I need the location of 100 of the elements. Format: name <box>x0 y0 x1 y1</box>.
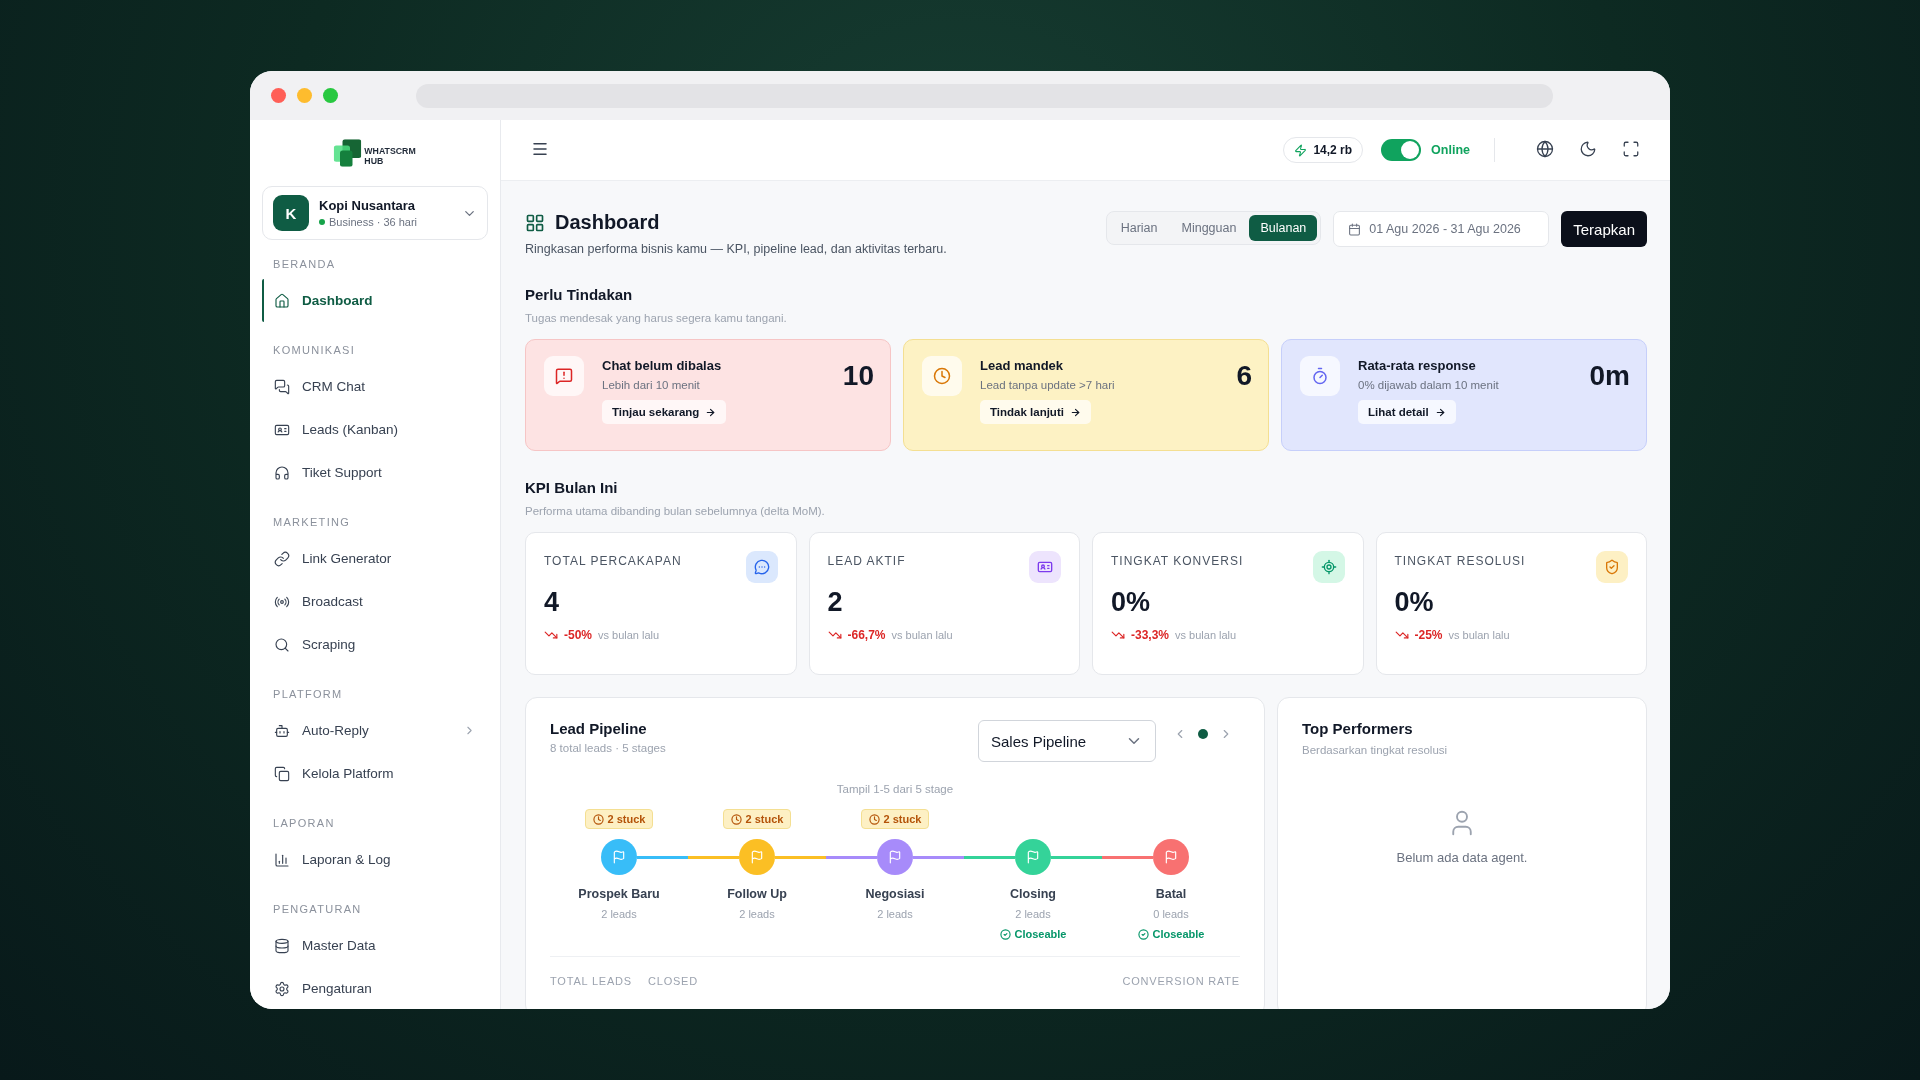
kpi-delta: -50% <box>564 628 592 642</box>
nav-item[interactable]: Auto-Reply <box>262 709 488 752</box>
nav-item[interactable]: Broadcast <box>262 580 488 623</box>
logo-text: WHATSCRM HUB <box>364 147 416 167</box>
nav-item[interactable]: Tiket Support <box>262 451 488 494</box>
target-icon <box>1312 551 1345 583</box>
kpi-label: TINGKAT RESOLUSI <box>1394 554 1526 568</box>
flag-icon <box>750 850 764 864</box>
nav-item[interactable]: Master Data <box>262 924 488 967</box>
section-title: MARKETING <box>272 516 352 528</box>
globe-button[interactable] <box>1536 140 1556 160</box>
empty-message: Belum ada data agent. <box>1396 850 1528 865</box>
panel-title: Top Performers <box>1302 720 1414 737</box>
closeable-label: Closeable <box>1152 928 1205 940</box>
section-subtitle: Performa utama dibanding bulan sebelumnya (delta MoM). <box>525 505 826 517</box>
card-title: Chat belum dibalas <box>602 358 723 373</box>
panel-subtitle: Berdasarkan tingkat resolusi <box>1302 744 1449 756</box>
card-value: 0m <box>1589 360 1630 393</box>
nav-item[interactable]: Kelola Platform <box>262 752 488 795</box>
chat-bubbles-icon <box>274 378 290 395</box>
stage-name: Closing <box>1010 887 1056 901</box>
summary-label: TOTAL LEADS <box>550 975 632 987</box>
section-title: LAPORAN <box>272 817 336 829</box>
stage-name: Follow Up <box>727 887 787 901</box>
section-title: BERANDA <box>272 258 337 270</box>
nav-item[interactable]: Dashboard <box>262 279 488 322</box>
stopwatch-icon <box>1300 356 1340 396</box>
period-tab[interactable]: Harian <box>1109 215 1169 241</box>
headphones-icon <box>274 464 290 481</box>
period-tab[interactable]: Bulanan <box>1249 215 1318 241</box>
kpi-delta: -25% <box>1414 628 1443 642</box>
kpi-delta: -66,7% <box>847 628 886 642</box>
flag-icon <box>612 850 626 864</box>
kpi-note: vs bulan lalu <box>1175 629 1237 641</box>
action-button[interactable]: Tinjau sekarang <box>602 400 727 424</box>
card-subtitle: 0% dijawab dalam 10 menit <box>1358 379 1500 391</box>
bar-chart-icon <box>274 851 290 868</box>
workspace-plan: Business · 36 hari <box>329 216 418 228</box>
workspace-switcher[interactable]: K Kopi Nusantara Business · 36 hari <box>262 186 488 240</box>
database-icon <box>274 937 290 954</box>
check-circle-icon <box>999 928 1011 940</box>
calendar-icon <box>1348 222 1362 236</box>
flag-icon <box>888 850 902 864</box>
stage-count: 2 leads <box>739 908 775 920</box>
section-heading: KPI Bulan Ini <box>525 479 619 496</box>
action-button[interactable]: Lihat detail <box>1358 400 1456 424</box>
panel-subtitle: 8 total leads · 5 stages <box>550 742 667 754</box>
card-title: Lead mandek <box>980 358 1065 373</box>
flag-icon <box>1164 850 1178 864</box>
card-subtitle: Lebih dari 10 menit <box>602 379 701 391</box>
clock-icon <box>730 813 742 825</box>
kpi-label: TOTAL PERCAKAPAN <box>544 554 682 568</box>
kpi-note: vs bulan lalu <box>1448 629 1510 641</box>
stage-count: 2 leads <box>877 908 913 920</box>
period-tab[interactable]: Mingguan <box>1170 215 1248 241</box>
page-dot[interactable] <box>1198 729 1208 739</box>
house-icon <box>274 292 290 309</box>
stuck-badge: 2 stuck <box>584 809 654 829</box>
stage-count: 2 leads <box>601 908 637 920</box>
search-icon <box>274 636 290 653</box>
check-circle-icon <box>1137 928 1149 940</box>
panel-title: Lead Pipeline <box>550 720 648 737</box>
nav-item[interactable]: Link Generator <box>262 537 488 580</box>
card-title: Rata-rata response <box>1358 358 1477 373</box>
close-button[interactable] <box>271 88 286 103</box>
nav-item[interactable]: Scraping <box>262 623 488 666</box>
kpi-value: 0% <box>1394 587 1435 618</box>
kpi-value: 0% <box>1111 587 1152 618</box>
card-value: 6 <box>1236 360 1252 393</box>
kpi-value: 4 <box>544 587 561 618</box>
nav-item[interactable]: CRM Chat <box>262 365 488 408</box>
kpi-label: LEAD AKTIF <box>827 554 906 568</box>
arrow-right-icon <box>705 406 717 418</box>
chat-alert-icon <box>544 356 584 396</box>
clock-icon <box>592 813 604 825</box>
id-card-icon <box>1029 551 1061 583</box>
maximize-button[interactable] <box>323 88 338 103</box>
nav-item[interactable]: Leads (Kanban) <box>262 408 488 451</box>
stage-count: 0 leads <box>1153 908 1189 920</box>
card-subtitle: Lead tanpa update >7 hari <box>980 379 1116 391</box>
kpi-note: vs bulan lalu <box>891 629 953 641</box>
action-button[interactable]: Tindak lanjuti <box>980 400 1091 424</box>
chat-bubble-icon <box>745 551 778 583</box>
status-label: Online <box>1431 143 1470 157</box>
nav-item[interactable]: Laporan & Log <box>262 838 488 881</box>
nav-item[interactable]: Pengaturan <box>262 967 488 1009</box>
apply-button[interactable]: Terapkan <box>1561 211 1647 247</box>
pipeline-select[interactable]: Sales Pipeline <box>978 720 1156 762</box>
summary-label: CLOSED <box>647 975 698 987</box>
section-title: PLATFORM <box>272 688 344 700</box>
online-toggle[interactable] <box>1381 139 1422 161</box>
kpi-value: 2 <box>827 587 844 618</box>
kpi-note: vs bulan lalu <box>598 629 660 641</box>
clock-icon <box>922 356 962 396</box>
date-range-field[interactable]: 01 Agu 2026 - 31 Agu 2026 <box>1333 211 1550 247</box>
clock-icon <box>868 813 880 825</box>
settings-icon <box>274 980 290 997</box>
stage-count: 2 leads <box>1015 908 1051 920</box>
arrow-right-icon <box>1069 406 1081 418</box>
page-subtitle: Ringkasan performa bisnis kamu — KPI, pipeline lead, dan aktivitas terbaru. <box>525 242 948 256</box>
